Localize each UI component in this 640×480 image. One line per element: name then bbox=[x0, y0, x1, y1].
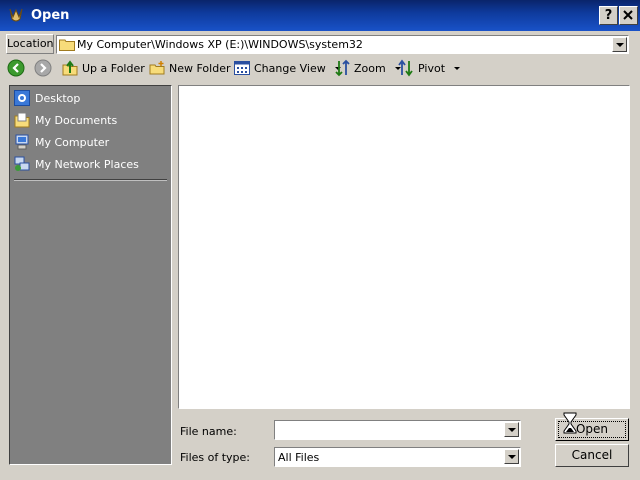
new-folder-label: New Folder bbox=[169, 61, 231, 75]
location-dropdown-button[interactable] bbox=[612, 37, 627, 52]
pivot-label: Pivot bbox=[418, 61, 446, 75]
pivot-icon bbox=[398, 59, 413, 77]
place-label: Desktop bbox=[35, 91, 81, 105]
forward-button[interactable] bbox=[34, 58, 52, 78]
file-type-select[interactable]: All Files bbox=[274, 447, 521, 467]
file-name-dropdown-button[interactable] bbox=[504, 422, 519, 437]
zoom-label: Zoom bbox=[354, 61, 386, 75]
window-title: Open bbox=[31, 8, 70, 23]
change-view-button[interactable]: Change View bbox=[234, 58, 341, 78]
my-documents-icon bbox=[14, 112, 30, 128]
file-name-field[interactable] bbox=[274, 420, 521, 440]
place-label: My Computer bbox=[35, 135, 110, 149]
close-icon bbox=[623, 10, 633, 20]
change-view-label: Change View bbox=[254, 61, 326, 75]
forward-arrow-icon bbox=[34, 59, 52, 77]
place-label: My Network Places bbox=[35, 157, 139, 171]
back-button[interactable] bbox=[7, 58, 25, 78]
file-list[interactable] bbox=[178, 85, 630, 409]
location-path: My Computer\Windows XP (E:)\WINDOWS\syst… bbox=[77, 38, 363, 51]
zoom-icon bbox=[335, 59, 350, 77]
chevron-down-icon bbox=[454, 66, 461, 70]
view-grid-icon bbox=[234, 61, 250, 75]
up-folder-label: Up a Folder bbox=[82, 61, 145, 75]
places-panel: Desktop My Documents My Computer My Netw… bbox=[9, 85, 172, 465]
app-icon bbox=[9, 8, 23, 22]
location-label: Location bbox=[6, 34, 54, 54]
desktop-icon bbox=[14, 90, 30, 106]
title-bar[interactable] bbox=[0, 0, 640, 31]
new-folder-button[interactable]: New Folder bbox=[149, 58, 230, 78]
back-arrow-icon bbox=[7, 59, 25, 77]
place-desktop[interactable]: Desktop bbox=[14, 88, 80, 108]
zoom-button[interactable]: Zoom bbox=[334, 58, 401, 78]
pivot-button[interactable]: Pivot bbox=[398, 58, 461, 78]
file-type-dropdown-button[interactable] bbox=[504, 449, 519, 464]
up-folder-icon bbox=[62, 60, 78, 76]
place-my-documents[interactable]: My Documents bbox=[14, 110, 117, 130]
cancel-button[interactable]: Cancel bbox=[555, 444, 629, 467]
up-folder-button[interactable]: Up a Folder bbox=[62, 58, 145, 78]
places-divider bbox=[14, 179, 167, 181]
location-combo[interactable]: My Computer\Windows XP (E:)\WINDOWS\syst… bbox=[56, 35, 629, 54]
my-computer-icon bbox=[15, 134, 29, 150]
place-label: My Documents bbox=[35, 113, 118, 127]
new-folder-icon bbox=[149, 61, 165, 75]
file-type-value: All Files bbox=[278, 451, 320, 464]
close-button[interactable] bbox=[619, 6, 638, 25]
place-my-computer[interactable]: My Computer bbox=[14, 132, 109, 152]
hourglass-cursor-icon bbox=[563, 412, 577, 434]
place-my-network-places[interactable]: My Network Places bbox=[14, 154, 139, 174]
help-button[interactable]: ? bbox=[599, 6, 618, 25]
network-places-icon bbox=[14, 156, 30, 171]
file-type-label: Files of type: bbox=[180, 451, 251, 464]
folder-icon bbox=[59, 39, 75, 51]
file-name-label: File name: bbox=[180, 425, 237, 438]
